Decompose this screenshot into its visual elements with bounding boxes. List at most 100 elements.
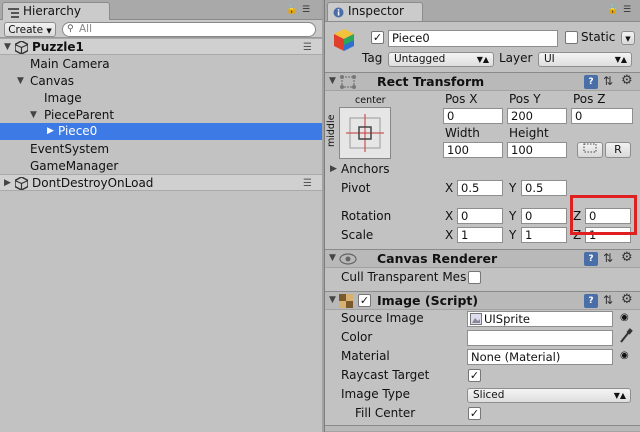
cull-transparent-checkbox[interactable] [468,271,481,284]
layer-dropdown[interactable]: UI ▼▲ [538,52,632,67]
expand-arrow-icon[interactable]: ▼ [4,39,11,56]
width-input[interactable]: 100 [443,142,503,158]
help-book-icon[interactable]: ? [584,75,598,89]
raw-edit-button[interactable]: R [605,142,631,158]
pos-x-label: Pos X [445,92,478,106]
search-icon: ⚲ [67,24,74,34]
scale-y-letter: Y [509,228,517,242]
blueprint-mode-button[interactable] [577,142,603,158]
anchors-foldout-arrow-icon[interactable]: ▶ [330,164,337,174]
canvas-renderer-title: Canvas Renderer [377,251,498,266]
pos-z-label: Pos Z [573,92,606,106]
image-script-header[interactable]: ▼ ✓ Image (Script) ? ⇅ ⚙ [325,291,640,310]
hierarchy-item-gamemanager[interactable]: GameManager [0,158,322,175]
hierarchy-item-piece0[interactable]: ▶ Piece0 [0,123,322,140]
scene-menu-icon[interactable]: ☰ [303,39,312,56]
pos-z-input[interactable]: 0 [571,108,633,124]
create-button-label: Create [8,24,44,36]
collapse-arrow-icon[interactable]: ▶ [47,123,54,140]
search-placeholder: All [79,23,93,35]
dropdown-arrow-icon: ▼▲ [614,55,627,64]
dropdown-arrow-icon: ▼▲ [613,391,626,400]
pos-y-input[interactable]: 200 [507,108,567,124]
panel-menu-icon[interactable]: ☰ [302,5,310,15]
create-button[interactable]: Create ▼ [4,22,56,37]
pivot-y-letter: Y [509,181,517,195]
object-picker-icon[interactable]: ◉ [620,350,629,361]
scene-row-dontdestroyonload[interactable]: ▶ DontDestroyOnLoad ☰ [0,174,322,191]
image-type-label: Image Type [341,387,410,401]
hierarchy-item-image[interactable]: Image [0,90,322,107]
width-label: Width [445,126,480,140]
scene-menu-icon[interactable]: ☰ [303,175,312,192]
lock-icon[interactable]: 🔒 [286,5,297,15]
expand-arrow-icon[interactable]: ▼ [30,107,37,124]
rotation-y-input[interactable]: 0 [521,208,567,224]
hierarchy-item-canvas[interactable]: ▼ Canvas [0,73,322,90]
expand-arrow-icon[interactable]: ▶ [4,175,11,192]
preset-sliders-icon[interactable]: ⇅ [603,74,613,88]
static-dropdown-button[interactable]: ▼ [621,31,635,45]
collapse-arrow-icon[interactable]: ▼ [329,253,336,263]
gear-icon[interactable]: ⚙ [621,250,633,265]
static-checkbox[interactable] [565,31,578,44]
material-label: Material [341,349,390,363]
canvas-renderer-header[interactable]: ▼ Canvas Renderer ? ⇅ ⚙ [325,249,640,268]
help-book-icon[interactable]: ? [584,252,598,266]
preset-sliders-icon[interactable]: ⇅ [603,251,613,265]
anchors-label[interactable]: Anchors [341,162,390,176]
rect-transform-icon [339,74,357,93]
tab-inspector[interactable]: Inspector [327,2,423,21]
hierarchy-item-pieceparent[interactable]: ▼ PieceParent [0,107,322,124]
eyedropper-icon[interactable] [619,328,633,347]
color-swatch[interactable] [467,330,613,346]
gear-icon[interactable]: ⚙ [621,73,633,88]
collapse-arrow-icon[interactable]: ▼ [329,295,336,305]
pivot-x-input[interactable]: 0.5 [457,180,503,196]
raycast-target-checkbox[interactable]: ✓ [468,369,481,382]
anchor-preset-button[interactable] [339,107,391,159]
gameobject-cube-icon [333,28,355,55]
source-image-field[interactable]: UISprite [467,311,613,327]
hierarchy-item-eventsystem[interactable]: EventSystem [0,141,322,158]
object-picker-icon[interactable]: ◉ [620,312,629,323]
active-checkbox[interactable]: ✓ [371,31,384,44]
item-label: PieceParent [44,108,115,122]
scene-row-puzzle1[interactable]: ▼ Puzzle1 ☰ [0,38,322,55]
hierarchy-tab-label: Hierarchy [23,4,82,18]
preset-sliders-icon[interactable]: ⇅ [603,293,613,307]
pos-x-input[interactable]: 0 [443,108,503,124]
pivot-y-input[interactable]: 0.5 [521,180,567,196]
help-book-icon[interactable]: ? [584,294,598,308]
highlight-annotation-box [570,195,637,235]
panel-menu-icon[interactable]: ☰ [623,5,631,15]
scale-y-input[interactable]: 1 [521,227,567,243]
dotted-rect-icon [583,143,597,153]
material-field[interactable]: None (Material) [467,349,613,365]
source-image-label: Source Image [341,311,424,325]
height-label: Height [509,126,549,140]
tag-dropdown[interactable]: Untagged ▼▲ [388,52,494,67]
collapse-arrow-icon[interactable]: ▼ [329,76,336,86]
hierarchy-item-main-camera[interactable]: Main Camera [0,56,322,73]
layer-label: Layer [499,51,533,65]
rect-transform-header[interactable]: ▼ Rect Transform ? ⇅ ⚙ [325,72,640,91]
lock-icon[interactable]: 🔒 [607,5,618,15]
tab-hierarchy[interactable]: Hierarchy [2,2,110,21]
expand-arrow-icon[interactable]: ▼ [17,73,24,90]
gear-icon[interactable]: ⚙ [621,292,633,307]
rotation-x-input[interactable]: 0 [457,208,503,224]
anchor-vertical-label: middle [326,114,337,147]
height-input[interactable]: 100 [507,142,567,158]
hierarchy-search-input[interactable]: ⚲ All [62,22,316,37]
scale-x-letter: X [445,228,454,242]
hierarchy-icon [8,7,19,21]
image-type-dropdown[interactable]: Sliced ▼▲ [467,388,631,403]
scale-x-input[interactable]: 1 [457,227,503,243]
fill-center-checkbox[interactable]: ✓ [468,407,481,420]
image-enabled-checkbox[interactable]: ✓ [358,294,371,307]
color-label: Color [341,330,373,344]
tag-value: Untagged [394,53,446,65]
anchor-horizontal-label: center [355,95,386,106]
object-name-input[interactable]: Piece0 [388,30,558,47]
